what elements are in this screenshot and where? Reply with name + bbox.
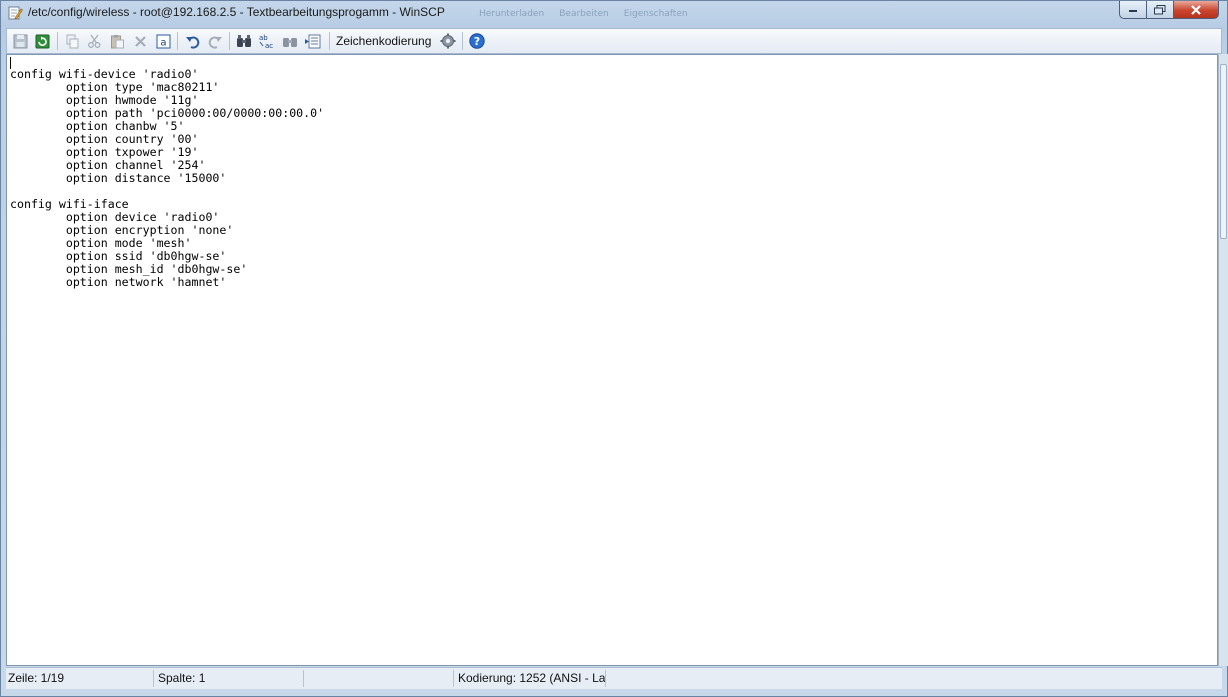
save-icon[interactable] bbox=[10, 32, 30, 50]
background-item: Herunterladen bbox=[479, 9, 545, 19]
status-line: Zeile: 1/19 bbox=[6, 670, 154, 687]
redo-icon[interactable] bbox=[205, 32, 225, 50]
close-button[interactable] bbox=[1173, 1, 1219, 19]
close-icon bbox=[1191, 4, 1201, 15]
status-bar: Zeile: 1/19 Spalte: 1 Kodierung: 1252 (A… bbox=[6, 667, 1222, 689]
text-editor-area[interactable]: config wifi-device 'radio0' option type … bbox=[6, 54, 1218, 666]
toolbar-separator bbox=[462, 32, 463, 50]
encoding-menu-button[interactable]: Zeichenkodierung bbox=[336, 34, 431, 48]
minimize-button[interactable] bbox=[1119, 1, 1147, 19]
background-item: Eigenschaften bbox=[623, 9, 688, 19]
minimize-icon bbox=[1129, 9, 1137, 12]
background-item: Bearbeiten bbox=[559, 9, 609, 19]
delete-icon[interactable] bbox=[130, 32, 150, 50]
file-content: config wifi-device 'radio0' option type … bbox=[10, 67, 325, 289]
winscp-editor-window: /etc/config/wireless - root@192.168.2.5 … bbox=[0, 0, 1228, 697]
toolbar-separator bbox=[177, 32, 178, 50]
cut-icon[interactable] bbox=[84, 32, 104, 50]
svg-text:a: a bbox=[160, 37, 166, 48]
title-bar[interactable]: /etc/config/wireless - root@192.168.2.5 … bbox=[1, 1, 1227, 25]
gear-icon[interactable] bbox=[438, 32, 458, 50]
paste-icon[interactable] bbox=[107, 32, 127, 50]
refresh-icon[interactable] bbox=[32, 32, 52, 50]
toolbar-separator bbox=[229, 32, 230, 50]
restore-icon bbox=[1154, 4, 1166, 14]
find-next-icon[interactable] bbox=[280, 32, 300, 50]
select-all-icon[interactable]: a bbox=[153, 32, 173, 50]
copy-icon[interactable] bbox=[62, 32, 82, 50]
goto-line-icon[interactable] bbox=[303, 32, 323, 50]
scrollbar-thumb[interactable] bbox=[1220, 64, 1227, 239]
status-column: Spalte: 1 bbox=[156, 670, 304, 687]
status-empty-cell bbox=[306, 670, 454, 687]
window-title: /etc/config/wireless - root@192.168.2.5 … bbox=[28, 5, 445, 19]
svg-text:ab: ab bbox=[259, 34, 268, 42]
vertical-scrollbar[interactable] bbox=[1218, 54, 1228, 666]
replace-icon[interactable]: ab ac bbox=[257, 32, 277, 50]
help-icon[interactable]: ? bbox=[467, 32, 487, 50]
find-icon[interactable] bbox=[234, 32, 254, 50]
maximize-button[interactable] bbox=[1146, 1, 1174, 19]
status-encoding: Kodierung: 1252 (ANSI - La bbox=[458, 670, 606, 687]
editor-toolbar: a ab ac Zeichenkodierung ? bbox=[6, 28, 1222, 54]
svg-text:?: ? bbox=[474, 35, 480, 48]
notepad-edit-icon bbox=[7, 5, 23, 21]
background-app-toolbar: Herunterladen Bearbeiten Eigenschaften bbox=[479, 1, 999, 19]
undo-icon[interactable] bbox=[182, 32, 202, 50]
toolbar-separator bbox=[57, 32, 58, 50]
svg-text:ac: ac bbox=[265, 42, 273, 49]
toolbar-separator bbox=[329, 32, 330, 50]
